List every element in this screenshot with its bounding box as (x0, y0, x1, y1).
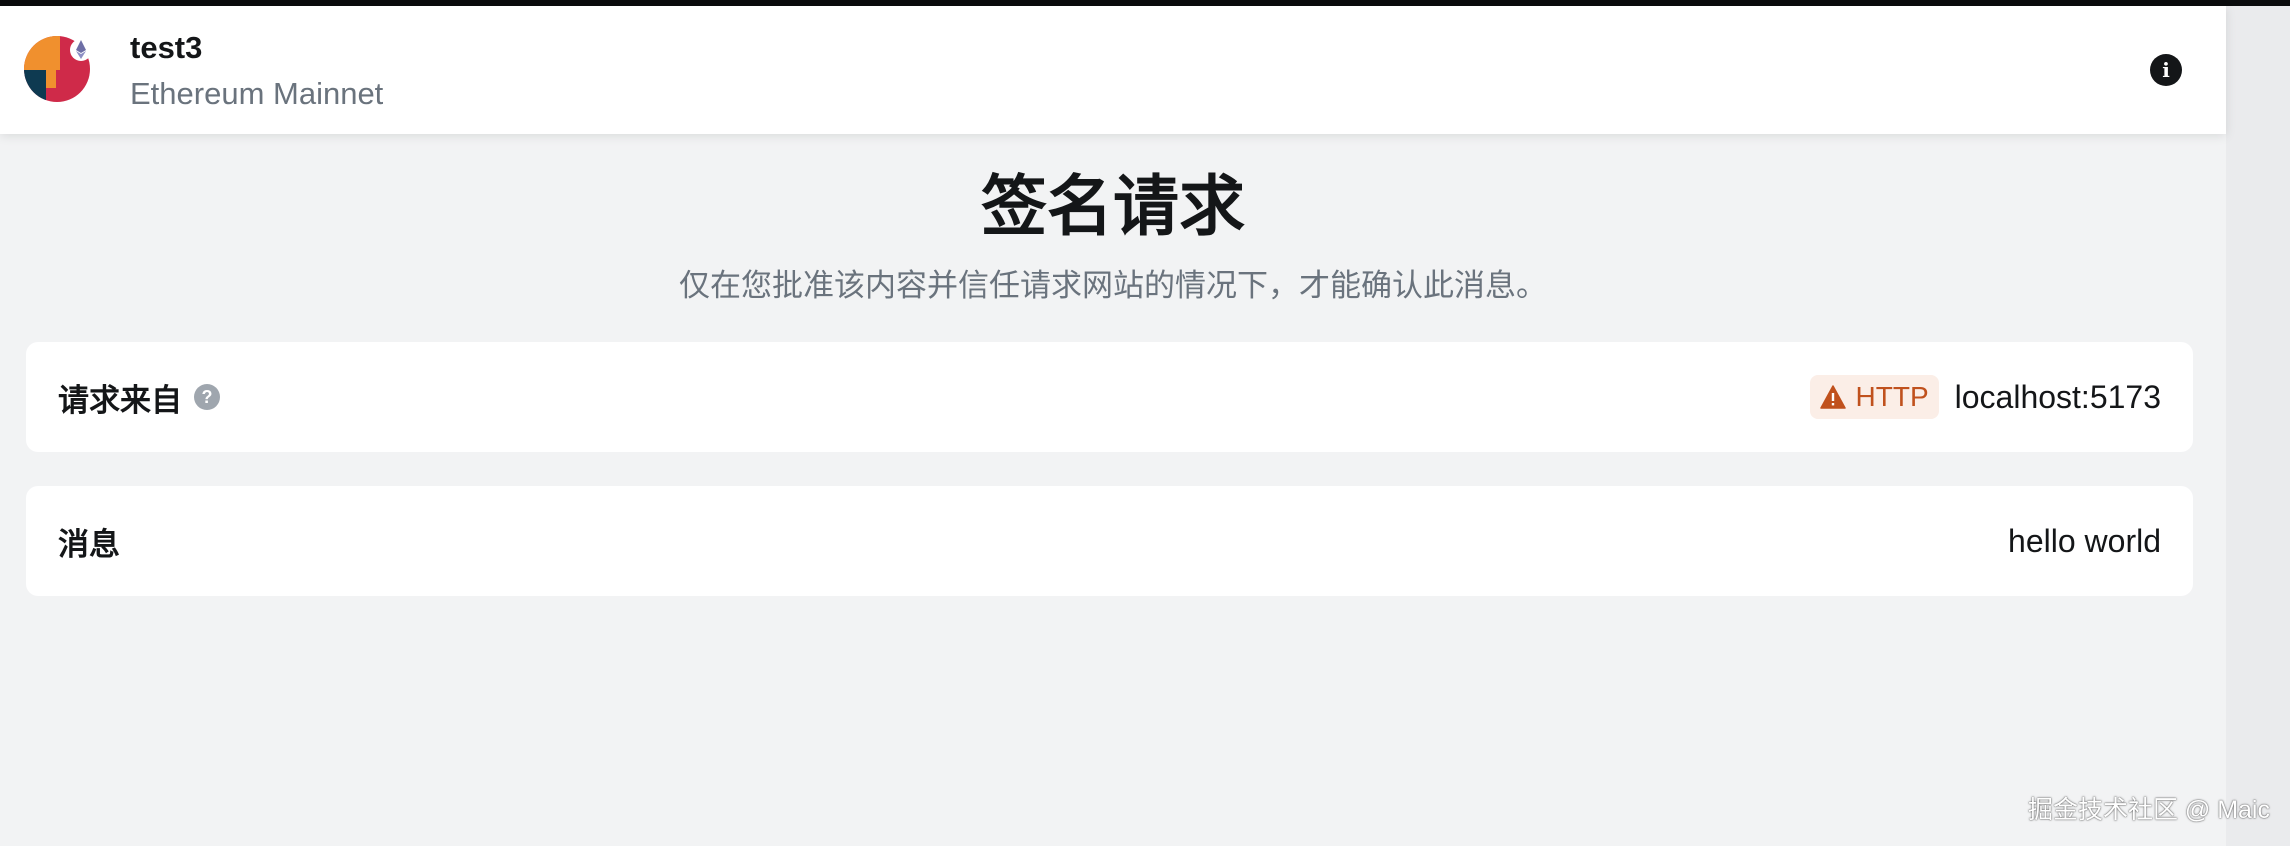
signature-request-page: test3 Ethereum Mainnet i 签名请求 仅在您批准该内容并信… (0, 6, 2226, 846)
page-subtitle: 仅在您批准该内容并信任请求网站的情况下，才能确认此消息。 (679, 268, 1547, 303)
account-avatar-icon[interactable] (24, 36, 90, 102)
page-title: 签名请求 (981, 169, 1245, 243)
message-value: hello world (2008, 522, 2161, 559)
header-bar: test3 Ethereum Mainnet i (0, 6, 2226, 134)
request-from-row: 请求来自 ? (58, 342, 220, 452)
message-card: 消息 hello world (26, 486, 2193, 596)
request-from-label: 请求来自 (58, 382, 182, 418)
question-icon[interactable]: ? (194, 384, 220, 410)
request-origin: HTTP localhost:5173 (1809, 342, 2161, 452)
watermark-text: 掘金技术社区 @ Maic (2027, 796, 2270, 824)
request-from-card: 请求来自 ? HTTP localhost:5173 (26, 342, 2193, 452)
origin-url: localhost:5173 (1954, 378, 2161, 415)
message-label: 消息 (58, 526, 120, 562)
info-icon[interactable]: i (2150, 54, 2182, 86)
http-warning-badge: HTTP (1809, 375, 1939, 419)
warning-icon (1819, 385, 1846, 409)
network-name: Ethereum Mainnet (130, 76, 384, 111)
http-badge-label: HTTP (1855, 381, 1929, 412)
account-name: test3 (130, 30, 203, 65)
